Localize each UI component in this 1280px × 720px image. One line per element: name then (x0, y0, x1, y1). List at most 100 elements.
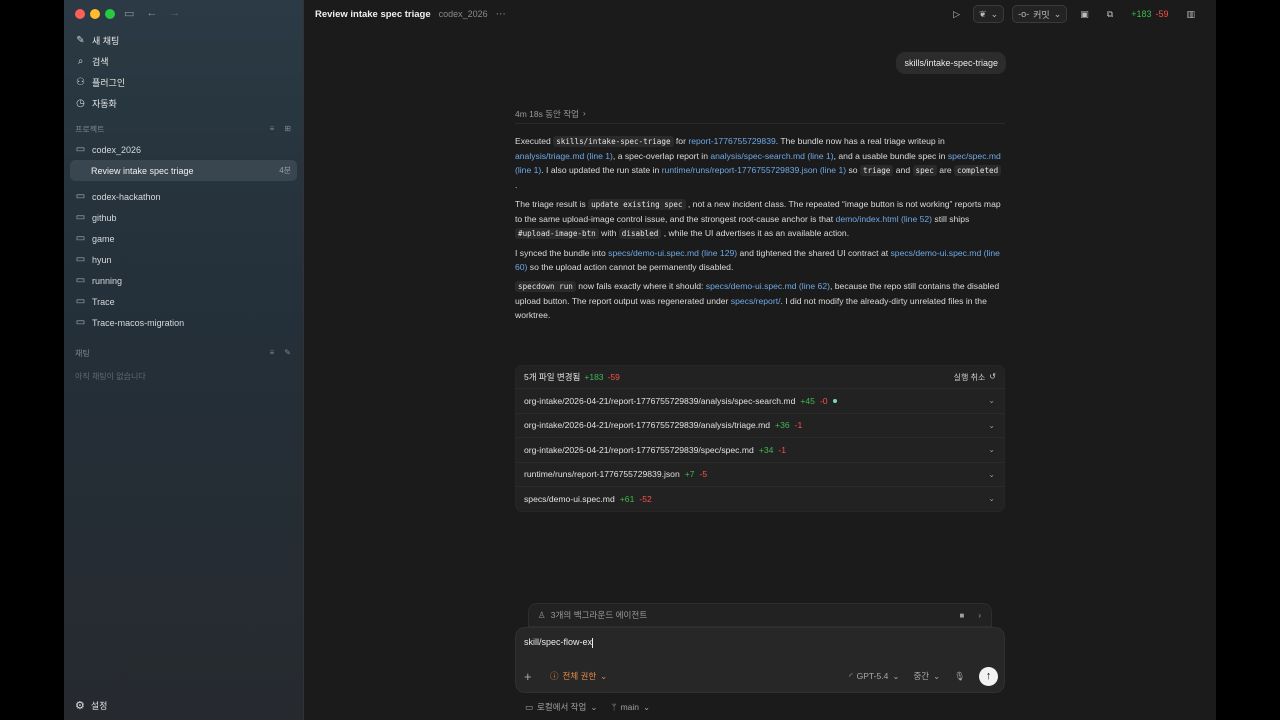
text: and tightened the shared UI contract at (737, 248, 891, 258)
project-label: codex-hackathon (92, 191, 161, 202)
search-icon: ⌕ (77, 56, 84, 67)
undo-button[interactable]: 실행 취소 ↺ (954, 372, 996, 383)
project-label: hyun (92, 254, 112, 265)
project-item-trace-macos-migration[interactable]: ▭ Trace-macos-migration (70, 312, 297, 333)
chevron-down-icon[interactable]: ⌄ (988, 470, 995, 479)
changed-file-row[interactable]: org-intake/2026-04-21/report-17767557298… (516, 412, 1004, 438)
project-item-codex-hackathon[interactable]: ▭ codex-hackathon (70, 186, 297, 207)
project-item-github[interactable]: ▭ github (70, 207, 297, 228)
text: still ships (932, 214, 970, 224)
file-link[interactable]: specs/report/ (731, 296, 781, 306)
folder-icon: ▭ (75, 296, 86, 307)
chevron-down-icon[interactable]: ⌄ (988, 445, 995, 454)
sidebar-item-label: 새 채팅 (92, 36, 120, 46)
close-window-button[interactable] (75, 9, 85, 19)
terminal-icon: ▣ (1080, 8, 1089, 19)
filter-icon[interactable]: ≡ (270, 124, 275, 135)
spinner-icon: ◜ (849, 670, 853, 681)
file-link[interactable]: specs/demo-ui.spec.md (line 129) (608, 248, 737, 258)
branch-dropdown[interactable]: ᛘ main ⌄ (611, 701, 650, 713)
paragraph: The triage result is update existing spe… (515, 197, 1005, 241)
diff-toggle[interactable]: +183 -59 (1126, 5, 1173, 23)
sidebar-item-automation[interactable]: ◷ 자동화 (70, 93, 297, 114)
minimize-window-button[interactable] (90, 9, 100, 19)
model-dropdown[interactable]: ◜ GPT-5.4 ⌄ (849, 671, 899, 682)
panel-toggle[interactable]: ▥ (1181, 5, 1200, 23)
file-link[interactable]: runtime/runs/report-1776755729839.json (… (662, 165, 846, 175)
projects-section-header: 프로젝트 ≡ ⊞ (75, 124, 291, 135)
folder-icon: ▭ (75, 254, 86, 265)
chevron-down-icon: ⌄ (990, 8, 999, 19)
sidebar-item-search[interactable]: ⌕ 검색 (70, 51, 297, 72)
chevron-down-icon[interactable]: ⌄ (988, 494, 995, 503)
back-arrow-icon[interactable]: ← (146, 7, 157, 20)
file-link[interactable]: analysis/triage.md (line 1) (515, 151, 613, 161)
work-location-dropdown[interactable]: ▭ 로컬에서 작업 ⌄ (525, 701, 597, 713)
sidebar-item-plugins[interactable]: ⚇ 플러그인 (70, 72, 297, 93)
new-chat-icon[interactable]: ✎ (284, 348, 291, 359)
status-dot-icon (832, 398, 837, 403)
settings-button[interactable]: ⚙ 설정 (75, 699, 107, 712)
file-link[interactable]: specs/demo-ui.spec.md (line 62) (706, 281, 830, 291)
project-item-game[interactable]: ▭ game (70, 228, 297, 249)
changed-file-row[interactable]: runtime/runs/report-1776755729839.json +… (516, 461, 1004, 487)
filter-icon[interactable]: ≡ (270, 348, 275, 359)
project-item-trace[interactable]: ▭ Trace (70, 291, 297, 312)
add-attachment-icon[interactable]: + (524, 669, 542, 684)
changed-file-row[interactable]: org-intake/2026-04-21/report-17767557298… (516, 388, 1004, 413)
text: . (515, 180, 518, 190)
changed-file-row[interactable]: specs/demo-ui.spec.md +61 -52 ⌄ (516, 486, 1004, 511)
chats-heading: 채팅 (75, 349, 90, 358)
inline-code: specdown run (515, 281, 576, 292)
new-folder-icon[interactable]: ⊞ (284, 124, 291, 135)
effort-dropdown[interactable]: 중간 ⌄ (913, 670, 940, 682)
open-in-dropdown[interactable]: ❦ ⌄ (973, 5, 1005, 23)
text: so the upload action cannot be permanent… (527, 262, 734, 272)
chevron-down-icon[interactable]: ⌄ (988, 421, 995, 430)
sidebar-item-new-chat[interactable]: ✎ 새 채팅 (70, 30, 297, 51)
prompt-input[interactable]: skill/spec-flow-ex (524, 637, 594, 648)
file-link[interactable]: analysis/spec-search.md (line 1) (710, 151, 833, 161)
work-duration[interactable]: 4m 18s 동안 작업 › (515, 108, 586, 120)
background-agents-bar[interactable]: ♙ 3개의 백그라운드 에이전트 ■ › (528, 603, 992, 627)
thread-project: codex_2026 (438, 9, 488, 19)
file-del-count: -1 (794, 420, 803, 431)
thread-item-review-intake[interactable]: Review intake spec triage 4분 (70, 160, 297, 181)
chevron-right-icon[interactable]: › (978, 611, 981, 620)
chevron-down-icon[interactable]: ⌄ (988, 396, 995, 405)
file-path: org-intake/2026-04-21/report-17767557298… (524, 444, 754, 455)
commit-button[interactable]: -o- 커밋 ⌄ (1012, 5, 1068, 23)
send-button[interactable]: ↑ (979, 666, 998, 686)
work-location-label: 로컬에서 작업 (537, 702, 587, 712)
composer-footer: ▭ 로컬에서 작업 ⌄ ᛘ main ⌄ (525, 701, 650, 713)
inline-code: #upload-image-btn (515, 228, 599, 239)
run-button[interactable]: ▷ (948, 5, 965, 23)
stop-icon[interactable]: ■ (959, 611, 964, 620)
text: , while the UI advertises it as an avail… (661, 228, 850, 238)
chevron-down-icon: ⌄ (600, 670, 608, 681)
project-item-running[interactable]: ▭ running (70, 270, 297, 291)
terminal-toggle[interactable]: ▣ (1075, 5, 1094, 23)
sidebar-toggle-icon[interactable]: ▭ (124, 7, 134, 20)
file-link[interactable]: report-1776755729839 (688, 136, 775, 146)
microphone-icon[interactable]: 🎙︎ (954, 671, 965, 682)
project-item-hyun[interactable]: ▭ hyun (70, 249, 297, 270)
permission-dropdown[interactable]: ⓘ 전체 권한 ⌄ (550, 670, 607, 682)
forward-arrow-icon[interactable]: → (169, 7, 180, 20)
compose-icon: ✎ (76, 35, 85, 46)
diff-del-count: -59 (607, 372, 620, 382)
sidebar-item-label: 자동화 (92, 99, 117, 109)
copy-toggle[interactable]: ⧉ (1102, 5, 1118, 23)
file-link[interactable]: demo/index.html (line 52) (836, 214, 933, 224)
inline-code: spec (912, 165, 937, 176)
changed-file-row[interactable]: org-intake/2026-04-21/report-17767557298… (516, 437, 1004, 462)
sidebar-toolbar: ▭ ← → (124, 7, 180, 20)
inline-code: completed (954, 165, 1002, 176)
app-window: ▭ ← → ✎ 새 채팅 ⌕ 검색 ⚇ 플러그인 ◷ 자동화 프로젝트 ≡ ⊞ … (64, 0, 1216, 720)
project-item-codex-2026[interactable]: ▭ codex_2026 (70, 139, 297, 160)
inline-code: update existing spec (588, 199, 686, 210)
more-options-icon[interactable]: ⋯ (496, 9, 506, 20)
maximize-window-button[interactable] (105, 9, 115, 19)
undo-icon: ↺ (989, 371, 996, 381)
project-label: github (92, 212, 117, 223)
